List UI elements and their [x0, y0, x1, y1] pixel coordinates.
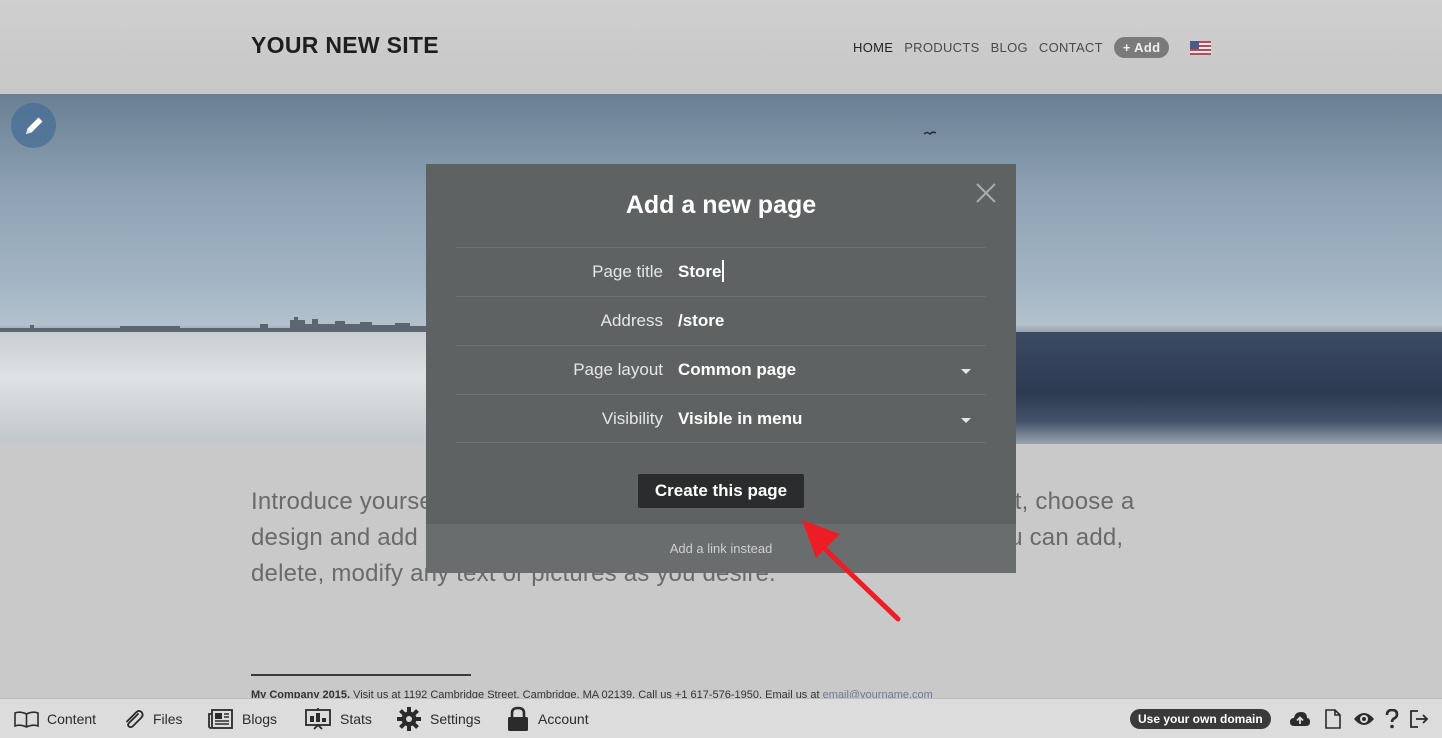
toolbar-blogs[interactable]: Blogs: [208, 699, 277, 738]
newspaper-icon: [208, 709, 233, 729]
page-layout-row: Page layout Common page: [456, 345, 986, 394]
use-own-domain-button[interactable]: Use your own domain: [1130, 709, 1271, 729]
chevron-down-icon[interactable]: [961, 418, 971, 423]
page-button[interactable]: [1322, 708, 1344, 730]
page-title-label: Page title: [592, 262, 663, 281]
toolbar-settings[interactable]: Settings: [396, 699, 481, 738]
toolbar-files-label: Files: [153, 711, 183, 727]
site-header: YOUR NEW SITE HOME PRODUCTS BLOG CONTACT…: [0, 0, 1442, 94]
us-flag-icon[interactable]: [1190, 40, 1212, 55]
visibility-row: Visibility Visible in menu: [456, 394, 986, 443]
visibility-select[interactable]: Visible in menu: [678, 409, 802, 429]
toolbar-account-label: Account: [538, 711, 589, 727]
logout-button[interactable]: [1408, 708, 1430, 730]
question-icon: [1385, 709, 1399, 729]
document-icon: [1325, 709, 1341, 729]
add-page-button[interactable]: + Add: [1113, 37, 1170, 58]
site-nav: HOME PRODUCTS BLOG CONTACT + Add: [853, 37, 1212, 58]
page-title-row: Page title Store: [456, 247, 986, 296]
city-skyline: [0, 317, 430, 332]
gear-icon: [397, 707, 421, 731]
address-input[interactable]: /store: [678, 311, 724, 331]
preview-button[interactable]: [1353, 708, 1375, 730]
help-button[interactable]: [1381, 708, 1403, 730]
site-title[interactable]: YOUR NEW SITE: [251, 32, 439, 59]
text-caret: [722, 260, 724, 283]
page-layout-label: Page layout: [573, 360, 663, 379]
toolbar-stats[interactable]: Stats: [304, 699, 372, 738]
nav-home[interactable]: HOME: [853, 40, 893, 55]
visibility-label: Visibility: [601, 409, 663, 428]
create-page-button[interactable]: Create this page: [638, 474, 804, 508]
address-row: Address /store: [456, 296, 986, 345]
stats-board-icon: [305, 708, 331, 730]
nav-blog[interactable]: BLOG: [991, 40, 1028, 55]
page-layout-select[interactable]: Common page: [678, 360, 796, 380]
page-title-input[interactable]: Store: [678, 260, 724, 283]
eye-icon: [1354, 713, 1374, 725]
footer-divider: [251, 674, 471, 676]
toolbar-files[interactable]: Files: [121, 699, 183, 738]
logout-icon: [1410, 710, 1429, 728]
hero-sea-right: [1016, 332, 1442, 444]
book-icon: [14, 711, 39, 728]
edit-pencil-button[interactable]: [11, 103, 56, 148]
address-label: Address: [600, 311, 663, 330]
chevron-down-icon[interactable]: [961, 369, 971, 374]
toolbar-blogs-label: Blogs: [242, 711, 278, 727]
nav-products[interactable]: PRODUCTS: [904, 40, 979, 55]
dialog-title: Add a new page: [625, 191, 817, 219]
annotation-arrow-icon: [802, 520, 901, 622]
toolbar-content-label: Content: [47, 711, 97, 727]
publish-button[interactable]: [1289, 708, 1311, 730]
pencil-icon: [25, 117, 42, 134]
toolbar-settings-label: Settings: [430, 711, 481, 727]
hero-sea-left: [0, 332, 430, 444]
editor-toolbar: Content Files Blogs Stats Settings Accou…: [0, 698, 1442, 738]
cloud-upload-icon: [1290, 712, 1310, 726]
paperclip-icon: [126, 709, 144, 729]
bird-icon: [924, 131, 936, 136]
nav-contact[interactable]: CONTACT: [1039, 40, 1103, 55]
add-link-instead-link[interactable]: Add a link instead: [426, 524, 1016, 573]
dialog-footer: Add a link instead: [426, 524, 1016, 573]
lock-icon: [508, 706, 528, 731]
toolbar-stats-label: Stats: [340, 711, 372, 727]
add-page-dialog: Add a new page Page title Store Address …: [426, 164, 1016, 573]
toolbar-content[interactable]: Content: [14, 699, 96, 738]
toolbar-account[interactable]: Account: [506, 699, 589, 738]
close-icon[interactable]: [975, 182, 997, 204]
